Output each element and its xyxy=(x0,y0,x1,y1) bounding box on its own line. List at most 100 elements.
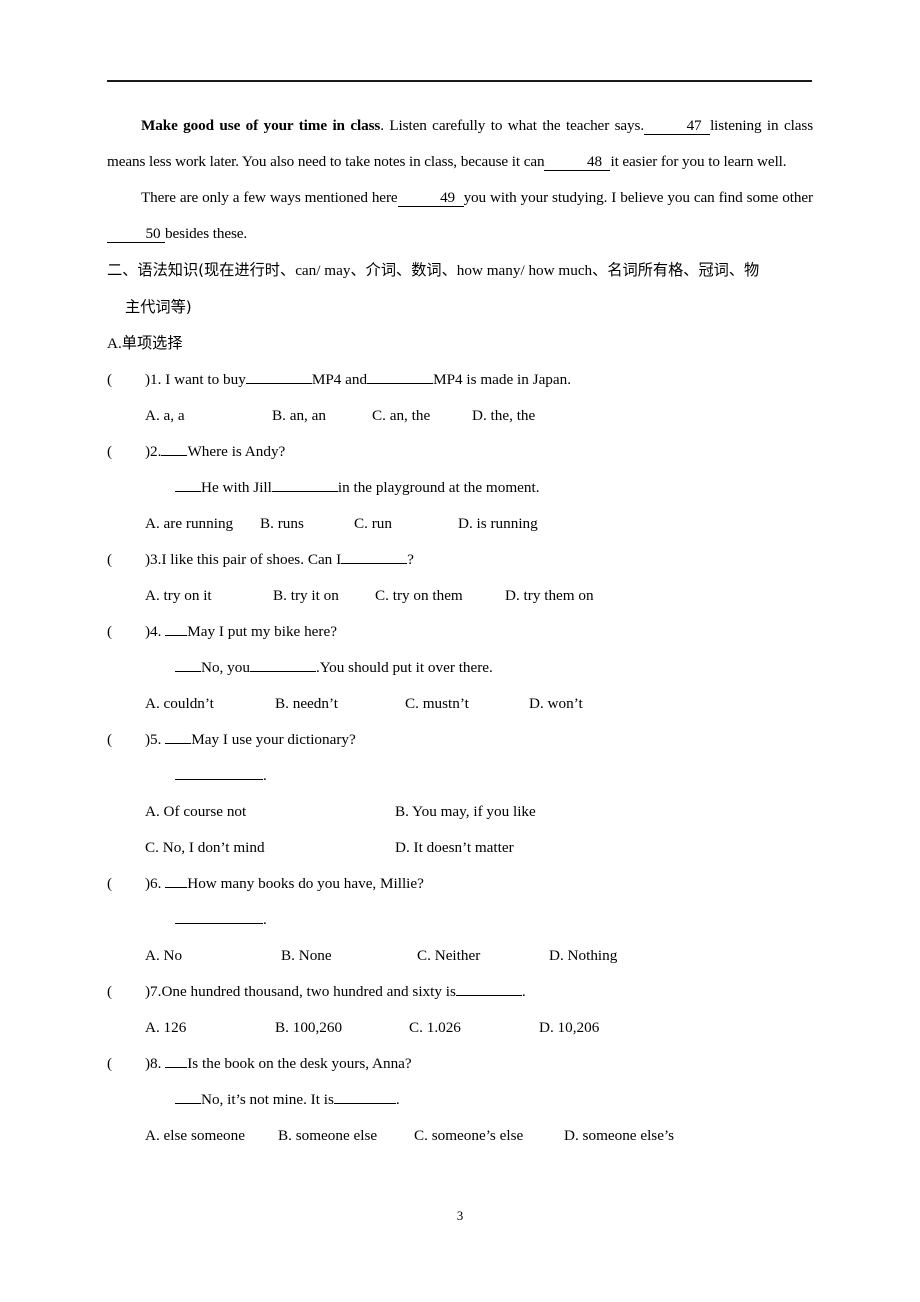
q8-reply-b: . xyxy=(395,1091,400,1108)
document-content: Make good use of your time in class. Lis… xyxy=(107,108,813,1154)
dialogue-dash-icon xyxy=(175,770,197,781)
q2-reply-b: in the playground at the moment. xyxy=(337,479,540,496)
q2-option-b[interactable]: B. runs xyxy=(260,506,354,542)
question-1-options: A. a, a B. an, an C. an, the D. the, the xyxy=(107,398,813,434)
q2-option-d[interactable]: D. is running xyxy=(458,506,538,542)
q7-option-b[interactable]: B. 100,260 xyxy=(275,1010,409,1046)
q7-option-d[interactable]: D. 10,206 xyxy=(539,1010,599,1046)
q5-option-c[interactable]: C. No, I don’t mind xyxy=(145,830,395,866)
document-page: Make good use of your time in class. Lis… xyxy=(0,0,920,1302)
q2-answer-paren[interactable]: ( xyxy=(107,434,145,470)
section-heading-cn-a: 二、语法知识(现在进行时、 xyxy=(107,261,296,279)
q8-option-b[interactable]: B. someone else xyxy=(278,1118,414,1154)
q4-option-a[interactable]: A. couldn’t xyxy=(145,686,275,722)
q5-option-b[interactable]: B. You may, if you like xyxy=(395,794,536,830)
q6-number: )6. xyxy=(145,875,162,892)
q8-prompt: Is the book on the desk yours, Anna? xyxy=(187,1055,412,1072)
q1-answer-paren[interactable]: ( xyxy=(107,362,145,398)
q7-option-c[interactable]: C. 1.026 xyxy=(409,1010,539,1046)
q1-option-b[interactable]: B. an, an xyxy=(272,398,372,434)
q1-number: )1. I want to buy xyxy=(145,371,246,388)
question-1-stem: ()1. I want to buy MP4 and MP4 is made in … xyxy=(107,362,813,398)
q6-prompt: How many books do you have, Millie? xyxy=(187,875,424,892)
q4-answer-paren[interactable]: ( xyxy=(107,614,145,650)
q8-reply-a: No, it’s not mine. It is xyxy=(201,1091,334,1108)
question-4-stem: ()4. May I put my bike here? xyxy=(107,614,813,650)
section-heading-line-1: 二、语法知识(现在进行时、can/ may、介词、数词、how many/ ho… xyxy=(107,252,813,289)
cloze-text-a: . Listen carefully to what the teacher s… xyxy=(380,117,645,134)
q3-stem-tail: ? xyxy=(407,551,414,568)
question-2-stem: ()2. Where is Andy? xyxy=(107,434,813,470)
q5-answer-paren[interactable]: ( xyxy=(107,722,145,758)
question-4-reply: No, you .You should put it over there. xyxy=(107,650,813,686)
cloze-blank-50[interactable]: 50 xyxy=(107,225,165,243)
q3-answer-paren[interactable]: ( xyxy=(107,542,145,578)
q8-option-c[interactable]: C. someone’s else xyxy=(414,1118,564,1154)
q4-option-c[interactable]: C. mustn’t xyxy=(405,686,529,722)
dialogue-dash-icon xyxy=(165,734,192,745)
q6-option-d[interactable]: D. Nothing xyxy=(549,938,617,974)
subsection-label: A.单项选择 xyxy=(107,325,813,362)
q5-option-d[interactable]: D. It doesn’t matter xyxy=(395,830,514,866)
q1-stem-mid: MP4 and xyxy=(311,371,368,388)
q6-option-b[interactable]: B. None xyxy=(281,938,417,974)
cloze2-text-b: you with your studying. I believe you ca… xyxy=(463,189,814,206)
question-5-reply: . xyxy=(107,758,813,794)
q8-option-d[interactable]: D. someone else’s xyxy=(564,1118,674,1154)
subsection-label-cn: 单项选择 xyxy=(121,334,183,352)
q7-option-a[interactable]: A. 126 xyxy=(145,1010,275,1046)
q2-option-c[interactable]: C. run xyxy=(354,506,458,542)
question-8-stem: ()8. Is the book on the desk yours, Anna… xyxy=(107,1046,813,1082)
section-heading-line-2: 主代词等) xyxy=(125,298,192,316)
q4-option-b[interactable]: B. needn’t xyxy=(275,686,405,722)
q1-blank-1[interactable] xyxy=(245,383,312,384)
q7-answer-paren[interactable]: ( xyxy=(107,974,145,1010)
question-3-options: A. try on it B. try it on C. try on them D.… xyxy=(107,578,813,614)
q4-reply-a: No, you xyxy=(201,659,250,676)
q3-option-b[interactable]: B. try it on xyxy=(273,578,375,614)
q8-blank[interactable] xyxy=(333,1103,396,1104)
q2-number: )2. xyxy=(145,443,162,460)
q1-stem-tail: MP4 is made in Japan. xyxy=(433,371,572,388)
cloze-blank-48[interactable]: 48 xyxy=(544,153,611,171)
q6-answer-paren[interactable]: ( xyxy=(107,866,145,902)
q1-option-a[interactable]: A. a, a xyxy=(145,398,272,434)
q6-option-c[interactable]: C. Neither xyxy=(417,938,549,974)
q2-prompt: Where is Andy? xyxy=(187,443,286,460)
question-7-options: A. 126 B. 100,260 C. 1.026 D. 10,206 xyxy=(107,1010,813,1046)
section-heading-en-a: can/ may xyxy=(295,262,351,279)
q1-option-d[interactable]: D. the, the xyxy=(472,398,535,434)
q7-blank[interactable] xyxy=(455,995,522,996)
dialogue-dash-icon xyxy=(175,482,201,493)
q4-blank[interactable] xyxy=(249,671,316,672)
q2-option-a[interactable]: A. are running xyxy=(145,506,260,542)
q3-option-a[interactable]: A. try on it xyxy=(145,578,273,614)
q1-blank-2[interactable] xyxy=(367,383,434,384)
question-8-reply: No, it’s not mine. It is. xyxy=(107,1082,813,1118)
question-5-options-row-2: C. No, I don’t mind D. It doesn’t matter xyxy=(107,830,813,866)
question-3-stem: ()3.I like this pair of shoes. Can I? xyxy=(107,542,813,578)
q3-option-d[interactable]: D. try them on xyxy=(505,578,594,614)
dialogue-dash-icon xyxy=(165,626,188,637)
q4-option-d[interactable]: D. won’t xyxy=(529,686,583,722)
section-heading-cn-b: 、介词、数词、 xyxy=(350,261,457,279)
q3-option-c[interactable]: C. try on them xyxy=(375,578,505,614)
q5-blank[interactable] xyxy=(197,779,263,780)
q2-blank[interactable] xyxy=(271,491,338,492)
q6-blank[interactable] xyxy=(197,923,263,924)
cloze-blank-49[interactable]: 49 xyxy=(397,189,464,207)
header-rule xyxy=(107,80,812,82)
page-number: 3 xyxy=(456,1208,464,1223)
q3-blank[interactable] xyxy=(341,563,408,564)
cloze-text-c: it easier for you to learn well. xyxy=(610,153,787,170)
q8-answer-paren[interactable]: ( xyxy=(107,1046,145,1082)
q8-option-a[interactable]: A. else someone xyxy=(145,1118,278,1154)
q4-number: )4. xyxy=(145,623,162,640)
q1-option-c[interactable]: C. an, the xyxy=(372,398,472,434)
cloze-blank-47[interactable]: 47 xyxy=(644,117,711,135)
question-2-options: A. are running B. runs C. run D. is running xyxy=(107,506,813,542)
q6-option-a[interactable]: A. No xyxy=(145,938,281,974)
dialogue-dash-icon xyxy=(161,446,188,457)
section-heading-cn-c: 、名词所有格、冠词、物 xyxy=(592,261,760,279)
q5-option-a[interactable]: A. Of course not xyxy=(145,794,395,830)
